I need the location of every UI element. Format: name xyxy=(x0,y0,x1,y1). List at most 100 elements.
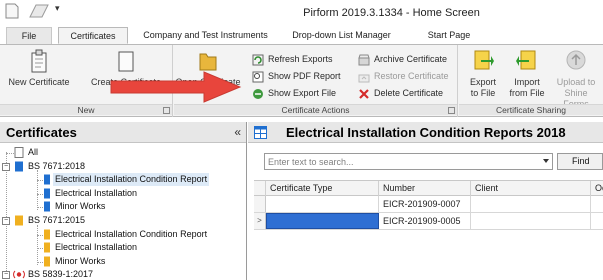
tree-item-label: Electrical Installation xyxy=(55,187,138,198)
row-indicator[interactable]: > xyxy=(254,213,266,229)
search-dropdown-icon[interactable] xyxy=(543,159,549,163)
export-to-file-line1: Export xyxy=(469,77,496,87)
show-export-file-button[interactable]: Show Export File xyxy=(252,85,336,102)
show-pdf-report-label: Show PDF Report xyxy=(268,71,341,81)
certificates-pane-title: Certificates xyxy=(6,125,77,140)
tree-item-label: BS 7671:2018 xyxy=(28,160,86,171)
ribbon-group-label-certificate-actions: Certificate Actions xyxy=(174,104,457,115)
collapse-node-icon[interactable]: − xyxy=(2,216,10,225)
restore-certificate-label: Restore Certificate xyxy=(374,71,449,81)
tree-item-label: All xyxy=(28,147,39,157)
import-from-file-line1: Import xyxy=(514,77,540,87)
export-to-file-button[interactable]: Export to File xyxy=(463,48,503,99)
search-input[interactable] xyxy=(268,156,528,168)
new-certificate-icon xyxy=(31,49,47,73)
certificate-type-icon xyxy=(44,201,50,212)
tree-item-bs5839[interactable]: − BS 5839-1:2017 xyxy=(0,268,246,280)
cell-number[interactable]: EICR-201909-0005 xyxy=(379,213,471,229)
table-header: Certificate Type Number Client Oc xyxy=(254,180,603,196)
certificate-type-icon xyxy=(44,256,50,267)
delete-certificate-label: Delete Certificate xyxy=(374,88,444,98)
archive-certificate-label: Archive Certificate xyxy=(374,54,448,64)
tree-item-label: Minor Works xyxy=(55,255,106,266)
new-certificate-label: New Certificate xyxy=(8,77,70,87)
archive-icon xyxy=(358,54,370,66)
cell-certificate-type-active[interactable] xyxy=(266,213,379,229)
column-header-certificate-type[interactable]: Certificate Type xyxy=(266,181,379,196)
row-indicator[interactable] xyxy=(254,196,266,212)
column-header-occupier[interactable]: Oc xyxy=(591,181,603,196)
delete-certificate-button[interactable]: Delete Certificate xyxy=(358,85,443,102)
certificate-type-icon xyxy=(44,229,50,240)
upload-to-shine-forms-button[interactable]: Upload to Shine Forms xyxy=(551,48,601,110)
ribbon-group-label-certificate-sharing: Certificate Sharing xyxy=(459,104,603,115)
ribbon: New Certificate Create Certificate New O… xyxy=(0,44,603,117)
restore-certificate-button[interactable]: Restore Certificate xyxy=(358,68,449,85)
tree-item-label: Electrical Installation xyxy=(55,242,138,253)
tree-item-eicr-2018[interactable]: Electrical Installation Condition Report xyxy=(0,173,246,187)
cell-client[interactable] xyxy=(471,213,591,229)
search-box[interactable] xyxy=(264,153,553,170)
delete-icon xyxy=(359,88,369,99)
restore-icon xyxy=(358,74,370,83)
tab-certificates[interactable]: Certificates xyxy=(58,27,128,44)
collapse-pane-icon[interactable]: « xyxy=(234,125,241,139)
red-arrow-annotation xyxy=(110,71,242,103)
grid-view-icon xyxy=(254,126,267,139)
cell-occupier[interactable] xyxy=(591,213,603,229)
column-header-number[interactable]: Number xyxy=(379,181,471,196)
cell-number[interactable]: EICR-201909-0007 xyxy=(379,196,471,212)
tree-item-bs7671-2018[interactable]: − BS 7671:2018 xyxy=(0,160,246,174)
actions-group-launcher-icon[interactable] xyxy=(448,107,455,114)
tab-file[interactable]: File xyxy=(6,27,52,44)
find-button[interactable]: Find xyxy=(557,153,603,170)
document-icon xyxy=(14,147,24,158)
tree-item-label: BS 7671:2015 xyxy=(28,214,86,225)
new-certificate-button[interactable]: New Certificate xyxy=(2,48,76,88)
table-row[interactable]: > EICR-201909-0005 xyxy=(254,213,603,230)
new-group-launcher-icon[interactable] xyxy=(163,107,170,114)
archive-certificate-button[interactable]: Archive Certificate xyxy=(358,51,447,68)
tree-item-label: BS 5839-1:2017 xyxy=(28,269,94,280)
tree-item-ei-2015[interactable]: Electrical Installation xyxy=(0,241,246,255)
tree-item-bs7671-2015[interactable]: − BS 7671:2015 xyxy=(0,214,246,228)
upload-icon xyxy=(566,50,586,70)
refresh-exports-label: Refresh Exports xyxy=(268,54,333,64)
collapse-node-icon[interactable]: − xyxy=(2,162,10,171)
tree-item-eicr-2015[interactable]: Electrical Installation Condition Report xyxy=(0,228,246,242)
tree-connector xyxy=(6,153,14,154)
cell-certificate-type[interactable] xyxy=(266,196,379,212)
refresh-exports-button[interactable]: Refresh Exports xyxy=(252,51,333,68)
table-row[interactable]: EICR-201909-0007 xyxy=(254,196,603,213)
tree-item-all[interactable]: All xyxy=(0,146,246,160)
refresh-exports-icon xyxy=(252,54,264,66)
import-icon xyxy=(516,50,536,70)
tree-item-minor-works-2015[interactable]: Minor Works xyxy=(0,255,246,269)
column-header-client[interactable]: Client xyxy=(471,181,591,196)
tree-item-ei-2018[interactable]: Electrical Installation xyxy=(0,187,246,201)
certificates-pane-header: Certificates « xyxy=(0,122,246,143)
window-title: Pirform 2019.3.1334 - Home Screen xyxy=(303,7,480,19)
export-to-file-line2: to File xyxy=(470,88,496,98)
certificates-tree: All − BS 7671:2018 Electrical Installati… xyxy=(0,146,246,280)
certificate-type-icon xyxy=(44,188,50,199)
tab-start-page[interactable]: Start Page xyxy=(414,27,484,44)
upload-line1: Upload to xyxy=(556,77,596,87)
ribbon-group-label-new: New xyxy=(0,104,172,115)
fire-alarm-icon xyxy=(13,270,25,279)
certificates-table: Certificate Type Number Client Oc EICR-2… xyxy=(254,180,603,230)
reports-pane-header: Electrical Installation Condition Report… xyxy=(248,122,603,143)
standard-book-icon xyxy=(15,215,23,226)
ribbon-tabs: File Certificates Company and Test Instr… xyxy=(0,24,603,44)
pdf-report-icon xyxy=(252,71,264,83)
show-pdf-report-button[interactable]: Show PDF Report xyxy=(252,68,341,85)
cell-occupier[interactable] xyxy=(591,196,603,212)
tab-drop-down-list-manager[interactable]: Drop-down List Manager xyxy=(284,27,399,44)
tree-item-minor-works-2018[interactable]: Minor Works xyxy=(0,200,246,214)
ribbon-group-certificate-sharing: Export to File Import from File Upload t… xyxy=(459,45,603,117)
export-icon xyxy=(474,50,494,70)
collapse-node-icon[interactable]: − xyxy=(2,271,10,280)
import-from-file-button[interactable]: Import from File xyxy=(505,48,549,99)
cell-client[interactable] xyxy=(471,196,591,212)
tab-company-and-test-instruments[interactable]: Company and Test Instruments xyxy=(138,27,273,44)
